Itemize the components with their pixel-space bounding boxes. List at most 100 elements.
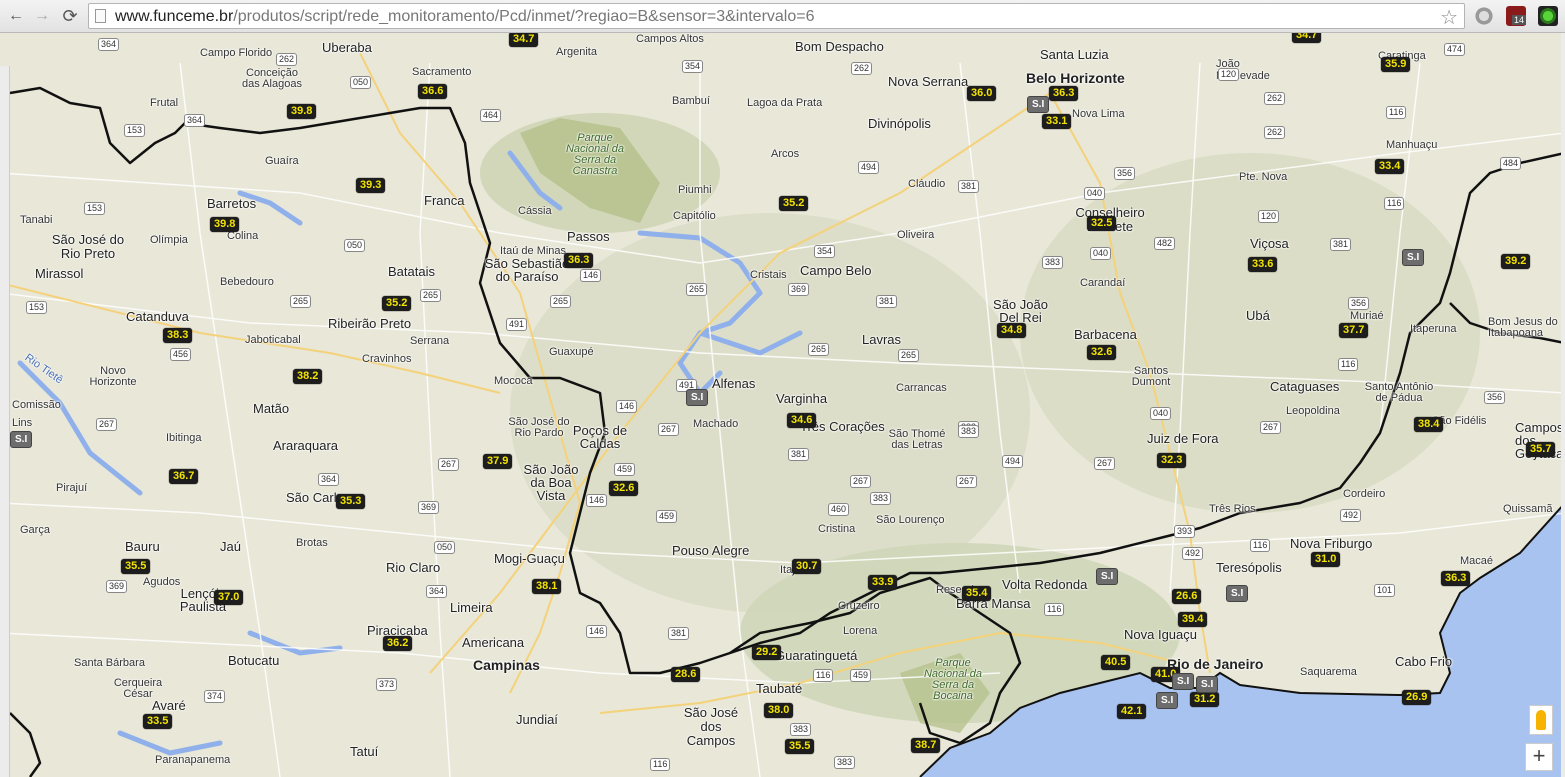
station-reading-badge[interactable]: 40.5 (1101, 655, 1131, 670)
station-reading-badge[interactable]: 36.3 (1049, 86, 1079, 101)
station-reading-badge[interactable]: 33.1 (1042, 114, 1072, 129)
station-reading-badge[interactable]: 38.2 (293, 369, 323, 384)
station-reading-badge[interactable]: 36.6 (418, 84, 448, 99)
station-reading-badge[interactable]: 34.7 (509, 33, 539, 47)
station-reading-badge[interactable]: 39.3 (356, 178, 386, 193)
bookmark-star-icon[interactable]: ☆ (1440, 5, 1458, 30)
station-reading-badge[interactable]: 29.2 (752, 645, 782, 660)
station-reading-badge[interactable]: 34.6 (787, 413, 817, 428)
station-reading-badge[interactable]: 37.9 (483, 454, 513, 469)
station-reading-badge[interactable]: 33.5 (143, 714, 173, 729)
station-reading-badge[interactable]: 35.5 (121, 559, 151, 574)
highway-shield: 153 (26, 301, 48, 314)
place-label: Serrana (410, 335, 450, 347)
station-reading-badge[interactable]: 34.7 (1292, 33, 1322, 43)
station-reading-badge[interactable]: 31.0 (1311, 552, 1341, 567)
station-reading-badge[interactable]: 42.1 (1117, 704, 1147, 719)
station-reading-badge[interactable]: 38.1 (532, 579, 562, 594)
reload-icon[interactable]: ⟳ (60, 6, 80, 26)
highway-shield: 464 (480, 109, 502, 122)
station-reading-badge[interactable]: 39.2 (1501, 254, 1531, 269)
place-label: Mirassol (35, 266, 84, 281)
no-data-station-marker[interactable]: S.I (1096, 568, 1119, 585)
place-label: Varginha (776, 391, 828, 406)
place-label: São José do Rio Pardo (508, 416, 570, 439)
place-label: Nova Lima (1072, 108, 1125, 120)
station-reading-badge[interactable]: 35.7 (1526, 442, 1556, 457)
station-reading-badge[interactable]: 38.0 (764, 703, 794, 718)
station-reading-badge[interactable]: 30.7 (792, 559, 822, 574)
station-reading-badge[interactable]: 35.3 (336, 494, 366, 509)
station-reading-badge[interactable]: 37.0 (214, 590, 244, 605)
station-reading-badge[interactable]: 28.6 (671, 667, 701, 682)
zoom-in-button[interactable]: + (1525, 743, 1553, 771)
place-label: Passos (567, 229, 610, 244)
no-data-station-marker[interactable]: S.I (686, 389, 709, 406)
sync-icon[interactable] (1474, 6, 1494, 26)
station-reading-badge[interactable]: 32.5 (1087, 216, 1117, 231)
place-label: Jundiaí (516, 712, 558, 727)
station-reading-badge[interactable]: 38.3 (163, 328, 193, 343)
address-bar[interactable]: www.funceme.br/produtos/script/rede_moni… (88, 3, 1465, 29)
station-reading-badge[interactable]: 26.9 (1402, 690, 1432, 705)
highway-shield: 265 (808, 343, 830, 356)
no-data-station-marker[interactable]: S.I (1226, 585, 1249, 602)
station-reading-badge[interactable]: 33.9 (868, 575, 898, 590)
back-icon[interactable]: ← (6, 6, 26, 26)
station-reading-badge[interactable]: 35.5 (785, 739, 815, 754)
station-reading-badge[interactable]: 38.4 (1414, 417, 1444, 432)
station-reading-badge[interactable]: 39.8 (287, 104, 317, 119)
highway-shield: 364 (98, 38, 120, 51)
station-reading-badge[interactable]: 35.2 (779, 196, 809, 211)
highway-shield: 354 (814, 245, 836, 258)
highway-shield: 267 (1260, 421, 1282, 434)
ublock-extension-icon[interactable]: 14 (1506, 6, 1526, 26)
highway-shield: 116 (813, 669, 834, 682)
no-data-station-marker[interactable]: S.I (1196, 676, 1219, 693)
highway-shield: 494 (858, 161, 880, 174)
place-label: Pouso Alegre (672, 543, 750, 558)
forward-icon[interactable]: → (32, 6, 52, 26)
place-label: Paranapanema (155, 754, 231, 766)
highway-shield: 393 (1174, 525, 1196, 538)
station-reading-badge[interactable]: 39.4 (1178, 612, 1208, 627)
station-reading-badge[interactable]: 32.6 (1087, 345, 1117, 360)
station-reading-badge[interactable]: 26.6 (1172, 589, 1202, 604)
place-label: Bebedouro (220, 276, 274, 288)
station-reading-badge[interactable]: 35.9 (1381, 57, 1411, 72)
place-label: Campo Belo (800, 263, 872, 278)
url-text[interactable]: www.funceme.br/produtos/script/rede_moni… (115, 8, 814, 26)
station-reading-badge[interactable]: 32.3 (1157, 453, 1187, 468)
station-reading-badge[interactable]: 36.2 (383, 636, 413, 651)
no-data-station-marker[interactable]: S.I (1402, 249, 1425, 266)
no-data-station-marker[interactable]: S.I (1172, 673, 1195, 690)
extension-green-icon[interactable] (1538, 6, 1558, 26)
highway-shield: 265 (686, 283, 708, 296)
no-data-station-marker[interactable]: S.I (1027, 96, 1050, 113)
highway-shield: 369 (788, 283, 810, 296)
station-reading-badge[interactable]: 32.6 (609, 481, 639, 496)
station-reading-badge[interactable]: 36.7 (169, 469, 199, 484)
station-reading-badge[interactable]: 36.3 (564, 253, 594, 268)
station-reading-badge[interactable]: 33.6 (1248, 257, 1278, 272)
place-label: Viçosa (1250, 236, 1289, 251)
highway-shield: 267 (658, 423, 680, 436)
highway-shield: 265 (898, 349, 920, 362)
station-reading-badge[interactable]: 39.8 (210, 217, 240, 232)
place-label: Leopoldina (1286, 405, 1340, 417)
station-reading-badge[interactable]: 35.4 (962, 586, 992, 601)
place-label: Argenita (556, 46, 597, 58)
station-reading-badge[interactable]: 34.8 (997, 323, 1027, 338)
no-data-station-marker[interactable]: S.I (1156, 692, 1179, 709)
station-reading-badge[interactable]: 37.7 (1339, 323, 1369, 338)
station-reading-badge[interactable]: 36.3 (1441, 571, 1471, 586)
station-reading-badge[interactable]: 33.4 (1375, 159, 1405, 174)
place-label: Bauru (125, 539, 160, 554)
station-reading-badge[interactable]: 31.2 (1190, 692, 1220, 707)
station-reading-badge[interactable]: 36.0 (967, 86, 997, 101)
no-data-station-marker[interactable]: S.I (10, 431, 33, 448)
station-reading-badge[interactable]: 35.2 (382, 296, 412, 311)
station-reading-badge[interactable]: 38.7 (911, 738, 941, 753)
street-view-pegman-icon[interactable] (1529, 705, 1553, 735)
map-canvas[interactable]: Uberaba Campo Florido Conceição das Alag… (0, 33, 1565, 777)
